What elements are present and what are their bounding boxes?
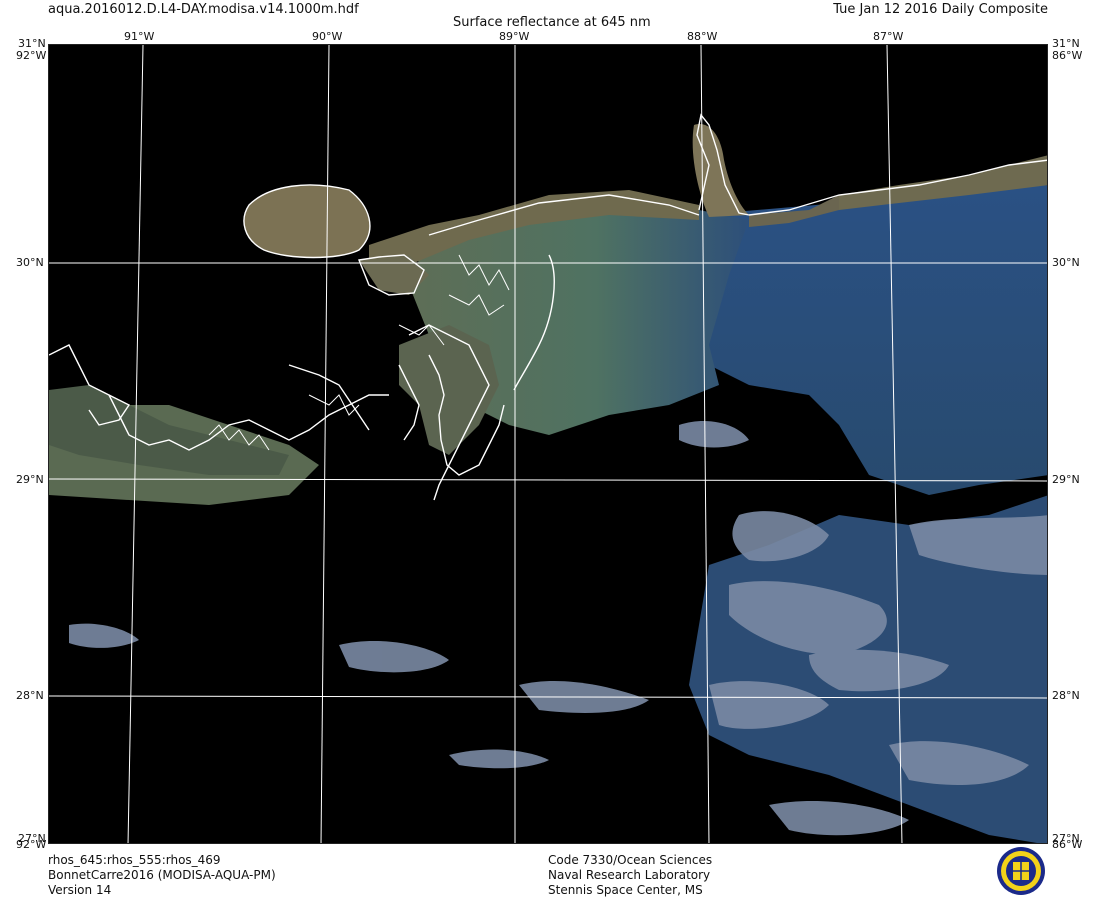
footer-lab: Naval Research Laboratory: [548, 868, 711, 882]
lon-label-91w: 91°W: [124, 30, 155, 43]
lat-label-left-30n: 30°N: [16, 256, 44, 269]
reflectance-map: [48, 44, 1048, 844]
footer-version: Version 14: [48, 883, 112, 897]
corner-top-left-lon: 92°W: [16, 49, 47, 62]
lon-label-87w: 87°W: [873, 30, 904, 43]
corner-bottom-right-lon: 86°W: [1052, 838, 1083, 851]
river-delta: [399, 325, 499, 455]
nrl-seal-icon: [996, 846, 1046, 896]
footer-product-bands: rhos_645:rhos_555:rhos_469: [48, 853, 221, 867]
composite-date: Tue Jan 12 2016 Daily Composite: [833, 2, 1048, 17]
lake-pontchartrain: [244, 185, 370, 258]
lat-label-right-28n: 28°N: [1052, 689, 1080, 702]
lat-label-right-29n: 29°N: [1052, 473, 1080, 486]
lon-label-88w: 88°W: [687, 30, 718, 43]
footer-dataset: BonnetCarre2016 (MODISA-AQUA-PM): [48, 868, 276, 882]
map-canvas: [49, 45, 1047, 843]
corner-bottom-left-lon: 92°W: [16, 838, 47, 851]
open-water-region: [699, 185, 1047, 495]
lat-label-right-30n: 30°N: [1052, 256, 1080, 269]
lon-label-90w: 90°W: [312, 30, 343, 43]
footer-code: Code 7330/Ocean Sciences: [548, 853, 713, 867]
lon-label-89w: 89°W: [499, 30, 530, 43]
corner-top-right-lon: 86°W: [1052, 49, 1083, 62]
footer-location: Stennis Space Center, MS: [548, 883, 703, 897]
lat-label-left-29n: 29°N: [16, 473, 44, 486]
lat-label-left-28n: 28°N: [16, 689, 44, 702]
file-name: aqua.2016012.D.L4-DAY.modisa.v14.1000m.h…: [48, 2, 359, 17]
map-title: Surface reflectance at 645 nm: [453, 15, 651, 30]
